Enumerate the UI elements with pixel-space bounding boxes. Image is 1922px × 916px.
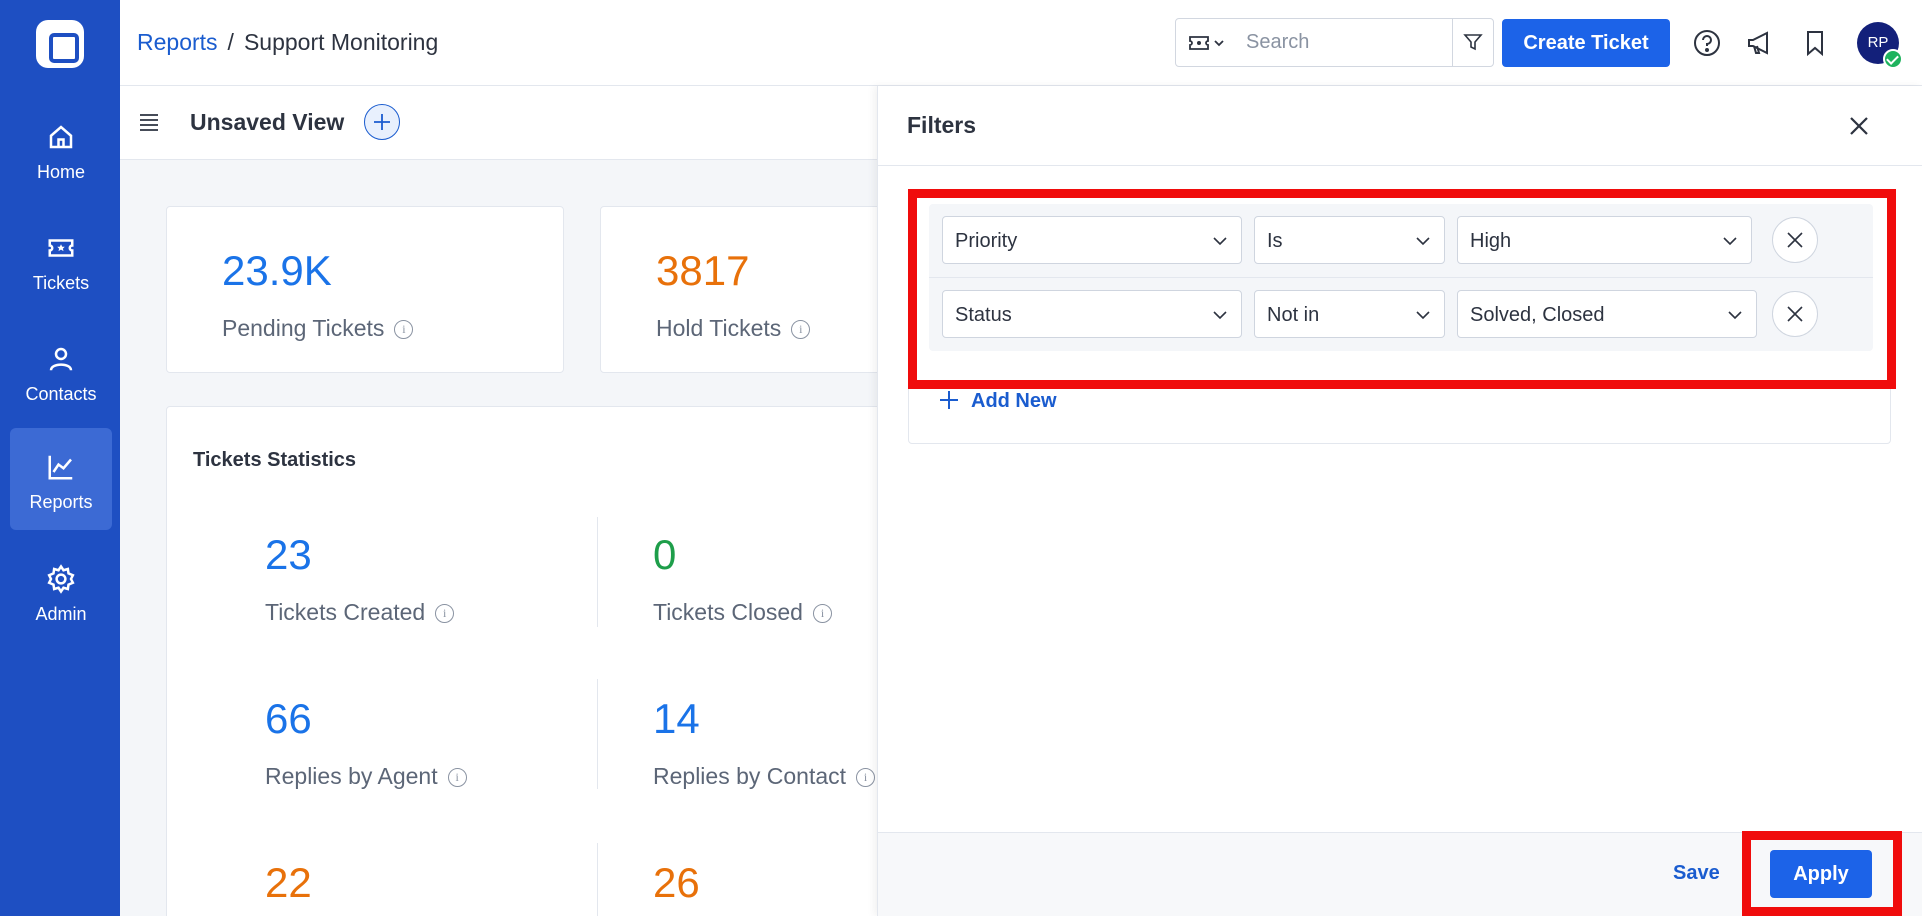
info-icon[interactable]: i <box>447 768 467 788</box>
close-icon[interactable] <box>1846 113 1872 139</box>
bookmark-icon[interactable] <box>1800 28 1830 58</box>
breadcrumb-separator: / <box>227 29 234 55</box>
sidebar-item-reports[interactable]: Reports <box>10 428 112 530</box>
home-icon <box>49 125 73 149</box>
stat-label-wrap: Replies by Agent i <box>265 763 467 790</box>
menu-icon[interactable] <box>140 113 158 131</box>
breadcrumb: Reports / Support Monitoring <box>137 29 438 56</box>
stat-label-wrap: Tickets Created i <box>265 599 455 626</box>
add-new-label: Add New <box>971 390 1057 412</box>
tickets-statistics-title: Tickets Statistics <box>193 449 357 471</box>
save-button[interactable]: Save <box>1673 862 1720 885</box>
tickets-statistics-card: Tickets Statistics 23 Tickets Created i 0… <box>166 406 926 916</box>
stat-label: Tickets Created <box>265 599 426 625</box>
divider <box>597 679 598 789</box>
online-status-icon <box>1883 49 1903 69</box>
search-box <box>1175 18 1494 67</box>
help-icon[interactable] <box>1692 28 1722 58</box>
info-icon[interactable]: i <box>394 320 414 340</box>
pending-tickets-label-wrap: Pending Tickets i <box>222 315 414 342</box>
ticket-type-dropdown-icon[interactable] <box>1188 33 1228 53</box>
create-ticket-button[interactable]: Create Ticket <box>1502 19 1670 67</box>
hold-tickets-label-wrap: Hold Tickets i <box>656 315 811 342</box>
stat-label-wrap: Tickets Closed i <box>653 599 832 626</box>
hold-tickets-value: 3817 <box>656 247 750 294</box>
contact-icon <box>49 347 73 371</box>
sidebar-item-admin[interactable]: Admin <box>10 540 112 642</box>
funnel-icon <box>1463 34 1483 51</box>
pending-tickets-value: 23.9K <box>222 247 332 294</box>
divider <box>597 517 598 627</box>
pending-tickets-card[interactable]: 23.9K Pending Tickets i <box>166 206 564 373</box>
highlight-box <box>908 189 1896 389</box>
stat-value: 23 <box>265 531 312 578</box>
info-icon[interactable]: i <box>791 320 811 340</box>
hold-tickets-label: Hold Tickets <box>656 315 782 341</box>
sidebar-item-home[interactable]: Home <box>10 98 112 200</box>
breadcrumb-link-reports[interactable]: Reports <box>137 29 218 55</box>
plus-icon <box>374 114 390 130</box>
sidebar-item-label: Home <box>36 162 85 182</box>
highlight-box <box>1742 831 1902 916</box>
ticket-icon <box>48 239 74 257</box>
plus-icon <box>940 391 958 409</box>
stat-label: Tickets Closed <box>653 599 803 625</box>
info-icon[interactable]: i <box>435 604 455 624</box>
gear-icon <box>47 564 75 594</box>
sidebar-item-label: Tickets <box>32 273 90 293</box>
stat-value: 22 <box>265 859 312 906</box>
sidebar-item-label: Reports <box>29 492 93 512</box>
stat-label: Replies by Agent <box>265 763 438 789</box>
sidebar: Home Tickets Contacts Reports Admin <box>0 0 120 916</box>
filters-panel: Filters Priority Is High Status Not in S… <box>877 86 1922 916</box>
chart-line-icon <box>48 455 73 480</box>
view-title: Unsaved View <box>190 109 345 135</box>
stat-value: 0 <box>653 531 677 578</box>
app-logo[interactable] <box>36 20 84 68</box>
breadcrumb-current: Support Monitoring <box>243 29 439 55</box>
filters-title: Filters <box>907 112 977 138</box>
stat-label: Replies by Contact <box>653 763 847 789</box>
search-input[interactable] <box>1246 19 1426 66</box>
stat-value: 66 <box>265 695 312 742</box>
add-view-button[interactable] <box>364 104 400 140</box>
pending-tickets-label: Pending Tickets <box>222 315 385 341</box>
sidebar-item-contacts[interactable]: Contacts <box>10 320 112 422</box>
info-icon[interactable]: i <box>856 768 876 788</box>
view-bar: Unsaved View <box>120 86 880 160</box>
info-icon[interactable]: i <box>812 604 832 624</box>
add-new-filter-button[interactable]: Add New <box>939 390 1057 413</box>
sidebar-item-tickets[interactable]: Tickets <box>10 209 112 311</box>
divider <box>597 843 598 916</box>
top-header: Reports / Support Monitoring Create Ticket… <box>120 0 1922 86</box>
divider <box>878 165 1922 166</box>
stat-value: 26 <box>653 859 700 906</box>
stat-value: 14 <box>653 695 700 742</box>
search-filter-button[interactable] <box>1452 19 1493 66</box>
stat-label-wrap: Replies by Contact i <box>653 763 876 790</box>
sidebar-item-label: Contacts <box>25 384 97 404</box>
sidebar-item-label: Admin <box>35 604 87 624</box>
megaphone-icon[interactable] <box>1745 28 1775 58</box>
